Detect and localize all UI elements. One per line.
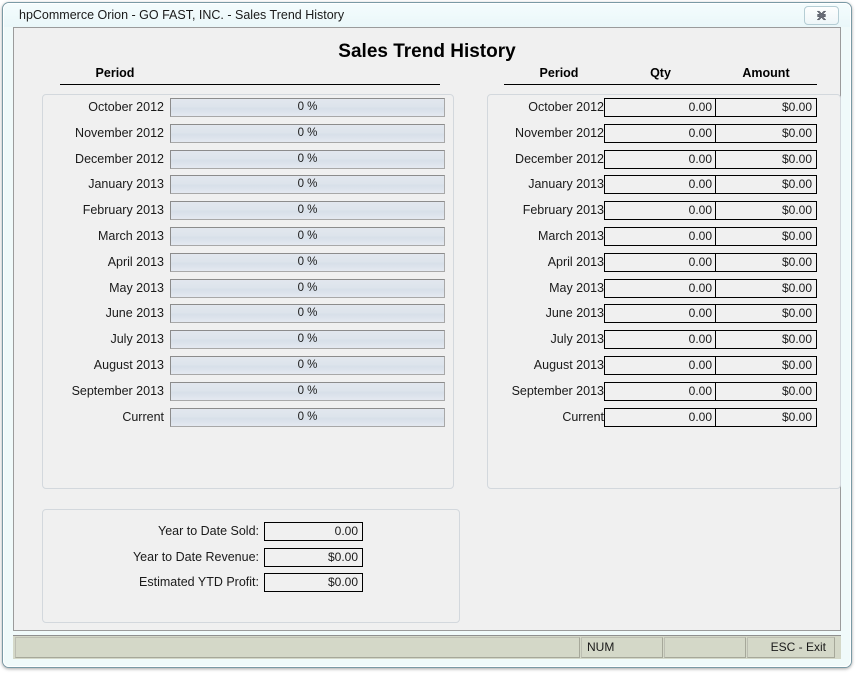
history-period-label: November 2012 <box>515 125 604 140</box>
history-qty-field[interactable]: 0.00 <box>604 252 717 272</box>
trend-period-label: May 2013 <box>109 280 164 295</box>
history-amount-field[interactable]: $0.00 <box>715 407 817 427</box>
history-period-label: Current <box>562 409 604 424</box>
history-amount-field[interactable]: $0.00 <box>715 356 817 375</box>
trend-percent-bar[interactable]: 0 % <box>170 356 445 375</box>
trend-percent-bar[interactable]: 0 % <box>170 304 445 324</box>
history-amount-field[interactable]: $0.00 <box>715 175 817 195</box>
trend-header-rule <box>60 84 440 85</box>
history-amount-field[interactable]: $0.00 <box>715 330 817 350</box>
trend-percent-bar[interactable]: 0 % <box>170 278 445 298</box>
history-qty-field[interactable]: 0.00 <box>604 175 717 195</box>
history-amount-field[interactable]: $0.00 <box>715 149 817 169</box>
status-esc-exit-panel[interactable]: ESC - Exit <box>747 637 835 658</box>
trend-period-label: December 2012 <box>75 151 164 166</box>
trend-period-label: February 2013 <box>82 203 164 218</box>
summary-value-field[interactable]: $0.00 <box>264 573 363 592</box>
trend-percent-bar[interactable]: 0 % <box>170 149 445 169</box>
summary-label: Year to Date Sold: <box>158 524 259 538</box>
trend-percent-bar[interactable]: 0 % <box>170 407 445 427</box>
history-period-column-header: Period <box>539 66 579 80</box>
history-qty-field[interactable]: 0.00 <box>604 149 717 169</box>
history-period-label: August 2013 <box>533 358 604 372</box>
history-qty-field[interactable]: 0.00 <box>604 98 717 117</box>
status-empty-panel <box>664 637 746 658</box>
trend-percent-bar[interactable]: 0 % <box>170 175 445 195</box>
history-period-label: March 2013 <box>537 229 604 243</box>
title-bar: hpCommerce Orion - GO FAST, INC. - Sales… <box>4 4 850 27</box>
trend-percent-bar[interactable]: 0 % <box>170 330 445 350</box>
history-amount-field[interactable]: $0.00 <box>715 381 817 401</box>
history-period-label: April 2013 <box>547 254 604 269</box>
history-qty-field[interactable]: 0.00 <box>604 227 717 246</box>
trend-period-label: March 2013 <box>97 229 164 243</box>
history-amount-field[interactable]: $0.00 <box>715 201 817 221</box>
trend-percent-bar[interactable]: 0 % <box>170 98 445 117</box>
client-area: Sales Trend History Period October 2012 0… <box>13 27 841 631</box>
history-amount-field[interactable]: $0.00 <box>715 304 817 324</box>
trend-period-label: October 2012 <box>88 100 164 114</box>
history-qty-field[interactable]: 0.00 <box>604 381 717 401</box>
window-title: hpCommerce Orion - GO FAST, INC. - Sales… <box>19 8 345 22</box>
trend-percent-bar[interactable]: 0 % <box>170 201 445 221</box>
history-period-label: July 2013 <box>550 332 604 347</box>
close-icon <box>816 10 827 21</box>
history-period-label: January 2013 <box>528 177 604 192</box>
trend-percent-bar[interactable]: 0 % <box>170 123 445 143</box>
trend-percent-bar[interactable]: 0 % <box>170 252 445 272</box>
history-qty-field[interactable]: 0.00 <box>604 407 717 427</box>
page-title: Sales Trend History <box>338 41 516 62</box>
status-message-panel <box>15 637 580 658</box>
status-num-lock-panel: NUM <box>581 637 663 658</box>
trend-period-label: November 2012 <box>75 125 164 140</box>
trend-period-label: January 2013 <box>88 177 164 192</box>
trend-period-column-header: Period <box>95 66 135 80</box>
history-qty-field[interactable]: 0.00 <box>604 304 717 324</box>
history-amount-field[interactable]: $0.00 <box>715 98 817 117</box>
application-window: hpCommerce Orion - GO FAST, INC. - Sales… <box>2 2 852 668</box>
history-period-label: December 2012 <box>515 151 604 166</box>
history-qty-column-header: Qty <box>650 66 671 80</box>
trend-percent-bar[interactable]: 0 % <box>170 227 445 246</box>
status-bar: NUM ESC - Exit <box>13 635 841 659</box>
history-amount-column-header: Amount <box>742 66 790 80</box>
history-amount-field[interactable]: $0.00 <box>715 227 817 246</box>
history-amount-field[interactable]: $0.00 <box>715 123 817 143</box>
history-qty-field[interactable]: 0.00 <box>604 123 717 143</box>
trend-period-label: August 2013 <box>93 358 164 372</box>
history-qty-field[interactable]: 0.00 <box>604 330 717 350</box>
trend-period-label: April 2013 <box>107 254 164 269</box>
trend-period-label: September 2013 <box>71 383 164 398</box>
summary-value-field[interactable]: 0.00 <box>264 522 363 541</box>
history-period-label: September 2013 <box>511 383 604 398</box>
history-amount-field[interactable]: $0.00 <box>715 278 817 298</box>
history-period-label: June 2013 <box>545 306 604 321</box>
close-button[interactable] <box>804 6 839 25</box>
trend-period-label: Current <box>122 409 164 424</box>
history-qty-field[interactable]: 0.00 <box>604 201 717 221</box>
history-qty-field[interactable]: 0.00 <box>604 278 717 298</box>
history-period-label: May 2013 <box>549 280 604 295</box>
summary-value-field[interactable]: $0.00 <box>264 547 363 567</box>
summary-label: Year to Date Revenue: <box>132 549 259 564</box>
trend-period-label: July 2013 <box>110 332 164 347</box>
trend-period-label: June 2013 <box>105 306 164 321</box>
trend-percent-bar[interactable]: 0 % <box>170 381 445 401</box>
history-header-rule <box>504 84 817 85</box>
history-qty-field[interactable]: 0.00 <box>604 356 717 375</box>
summary-label: Estimated YTD Profit: <box>139 575 259 589</box>
history-period-label: October 2012 <box>528 100 604 114</box>
history-period-label: February 2013 <box>522 203 604 218</box>
history-amount-field[interactable]: $0.00 <box>715 252 817 272</box>
